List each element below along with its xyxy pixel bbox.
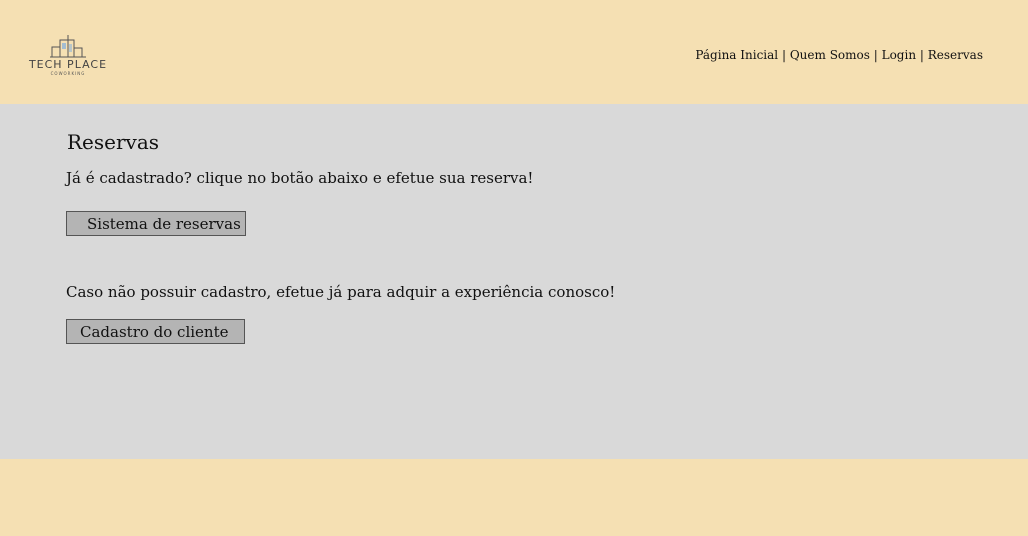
site-header: TECH PLACE COWORKING Página Inicial | Qu… bbox=[0, 0, 1028, 104]
page-title: Reservas bbox=[67, 130, 160, 154]
logo-subtitle: COWORKING bbox=[50, 71, 86, 76]
tech-place-logo[interactable]: TECH PLACE COWORKING bbox=[26, 34, 116, 78]
nav-link-about[interactable]: Quem Somos bbox=[790, 48, 870, 62]
site-footer bbox=[0, 459, 1028, 536]
client-register-button[interactable]: Cadastro do cliente bbox=[66, 319, 245, 344]
nav-separator: | bbox=[781, 48, 786, 62]
reservations-section: Reservas Já é cadastrado? clique no botã… bbox=[0, 104, 1028, 459]
nav-link-reservations[interactable]: Reservas bbox=[928, 48, 983, 62]
registered-prompt: Já é cadastrado? clique no botão abaixo … bbox=[66, 169, 534, 187]
nav-link-login[interactable]: Login bbox=[882, 48, 916, 62]
main-nav: Página Inicial | Quem Somos | Login | Re… bbox=[695, 48, 983, 62]
unregistered-prompt: Caso não possuir cadastro, efetue já par… bbox=[66, 283, 616, 301]
building-logo-icon bbox=[50, 35, 86, 58]
reservation-system-button[interactable]: Sistema de reservas bbox=[66, 211, 246, 236]
nav-separator: | bbox=[919, 48, 924, 62]
nav-link-home[interactable]: Página Inicial bbox=[695, 48, 778, 62]
logo-title: TECH PLACE bbox=[28, 58, 108, 71]
nav-separator: | bbox=[873, 48, 878, 62]
